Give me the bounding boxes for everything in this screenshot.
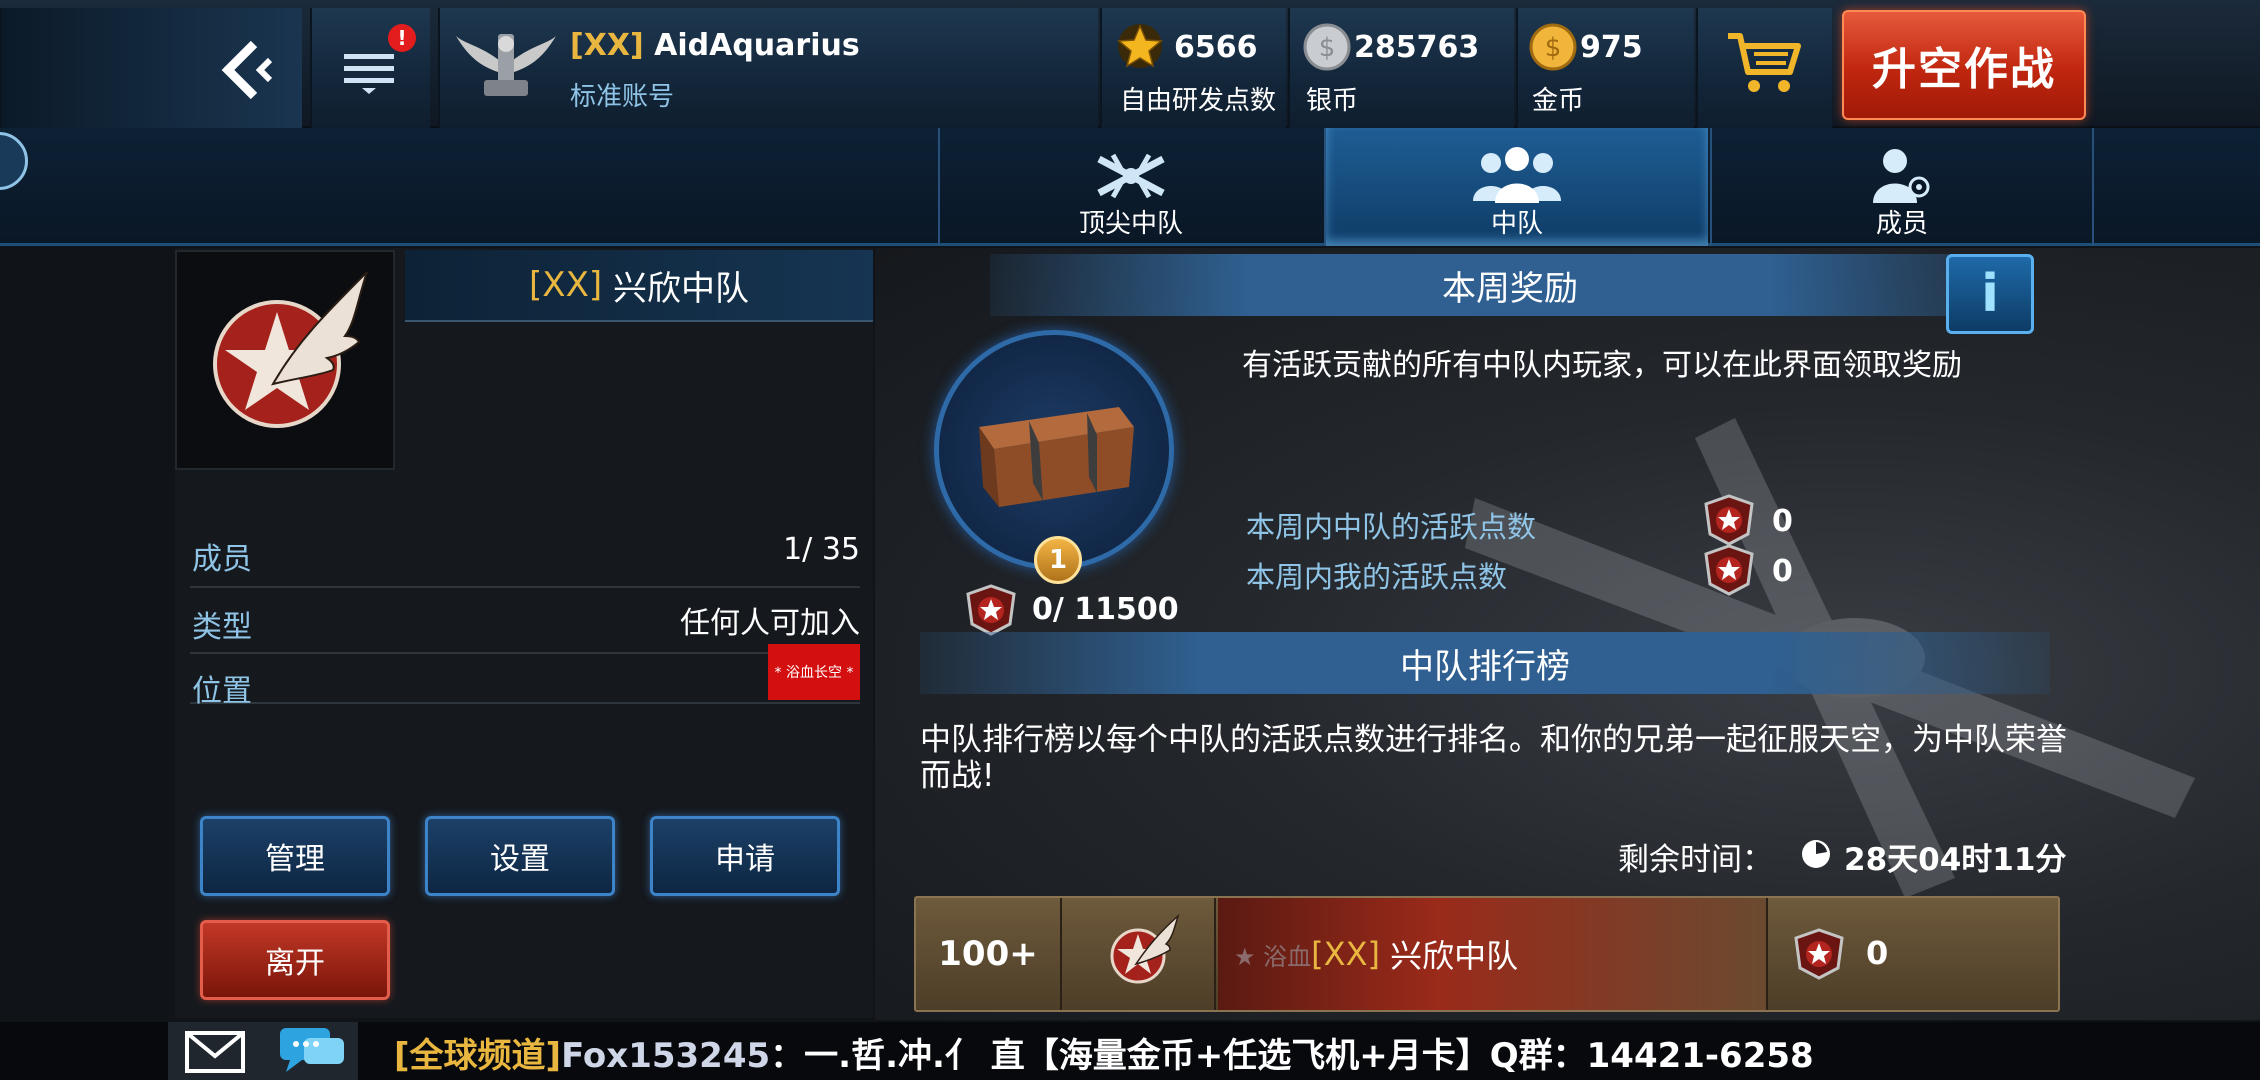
research-points-label: 自由研发点数	[1120, 86, 1277, 116]
ranking-row[interactable]: 100+ ★ 浴血 [XX] 兴欣中队 0	[914, 896, 2060, 1012]
activity-medal-icon	[966, 584, 1016, 636]
player-tag: [XX]	[570, 28, 644, 63]
chat-message: [全球频道]Fox153245：一.哲.冲.亻 直【海量金币+任选飞机+月卡】Q…	[394, 1028, 1814, 1077]
chat-text: ：一.哲.冲.亻 直【海量金币+任选飞机+月卡】Q群：14421-6258	[770, 1036, 1814, 1076]
winged-star-emblem-icon	[213, 271, 368, 428]
tab-squadron-label: 中队	[1490, 209, 1543, 239]
gold-label: 金币	[1532, 86, 1585, 116]
chat-sender: Fox153245	[561, 1036, 771, 1076]
research-points[interactable]: 6566 自由研发点数	[1100, 8, 1286, 128]
svg-text:$: $	[1319, 33, 1336, 63]
remaining-time-value: 28天04时11分	[1844, 842, 2067, 878]
group-icon	[1473, 147, 1561, 203]
activity-medal-icon	[1704, 544, 1754, 596]
tab-top-squadrons-label: 顶尖中队	[1078, 209, 1183, 239]
members-value: 1/ 35	[783, 532, 860, 567]
tab-members[interactable]: 成员	[1710, 128, 2094, 246]
reward-box-frame[interactable]	[934, 330, 1174, 570]
silver-value: 285763	[1354, 30, 1480, 65]
squadron-emblem	[175, 250, 395, 470]
account-type: 标准账号	[570, 82, 675, 112]
chat-bubble-icon[interactable]	[278, 1026, 348, 1076]
clock-icon	[1802, 840, 1830, 868]
weekly-reward-title: 本周奖励	[990, 254, 2030, 316]
location-badge: * 浴血长空 *	[768, 644, 860, 700]
leave-button[interactable]: 离开	[200, 920, 390, 1000]
members-label: 成员	[192, 542, 252, 577]
tab-top-squadrons[interactable]: 顶尖中队	[938, 128, 1322, 246]
svg-text:$: $	[1545, 33, 1562, 63]
silver-label: 银币	[1306, 86, 1359, 116]
rank-emblem	[1064, 898, 1216, 1010]
location-row: 位置 * 浴血长空 *	[190, 644, 860, 709]
winged-star-emblem-icon	[1110, 913, 1180, 984]
location-label: 位置	[192, 674, 252, 709]
research-points-value: 6566	[1174, 30, 1258, 65]
type-row: 类型 任何人可加入	[190, 590, 860, 654]
mail-icon[interactable]	[184, 1030, 246, 1074]
ranking-title: 中队排行榜	[920, 632, 2050, 694]
squadron-title: [XX] 兴欣中队	[405, 250, 873, 322]
cart-icon	[1728, 33, 1801, 92]
rank-squadron-tag: [XX]	[1311, 935, 1380, 973]
menu-icon	[344, 54, 394, 94]
weekly-reward-description: 有活跃贡献的所有中队内玩家，可以在此界面领取奖励	[1242, 348, 1962, 383]
rank-value: 100+	[916, 898, 1062, 1010]
planes-icon	[1097, 153, 1165, 199]
my-points-value: 0	[1772, 554, 1793, 589]
squadron-tag: [XX]	[529, 265, 603, 305]
remaining-time-label: 剩余时间：	[1618, 842, 1773, 878]
settings-button[interactable]: 设置	[425, 816, 615, 896]
shop-cart-button[interactable]	[1696, 8, 1832, 128]
rank-points: 0	[1866, 934, 1889, 972]
member-icon	[1873, 149, 1930, 203]
user-profile[interactable]: [XX] AidAquarius 标准账号	[438, 8, 1098, 128]
type-label: 类型	[192, 610, 252, 645]
gold-value: 975	[1580, 30, 1643, 65]
squad-points-label: 本周内中队的活跃点数	[1246, 510, 1537, 544]
activity-medal-icon	[1794, 928, 1844, 980]
activity-medal-icon	[1704, 494, 1754, 546]
tab-members-label: 成员	[1875, 209, 1928, 239]
my-points-label: 本周内我的活跃点数	[1246, 560, 1508, 594]
chat-channel: [全球频道]	[394, 1036, 562, 1076]
tab-squadron[interactable]: 中队	[1324, 128, 1708, 246]
notification-badge: !	[388, 24, 416, 52]
back-button[interactable]	[0, 8, 302, 128]
star-icon	[1117, 24, 1163, 68]
back-arrow-icon	[221, 40, 273, 100]
silver-coin-icon: $	[1303, 23, 1351, 71]
rank-location-prefix: ★ 浴血	[1234, 942, 1312, 971]
rank-emblem-icon	[456, 34, 556, 96]
manage-button[interactable]: 管理	[200, 816, 390, 896]
squad-points-value: 0	[1772, 504, 1793, 539]
members-row: 成员 1/ 35	[190, 524, 860, 588]
wooden-crate-icon	[979, 407, 1134, 507]
menu-button[interactable]: !	[310, 8, 430, 128]
type-value: 任何人可加入	[680, 606, 860, 641]
squadron-name: 兴欣中队	[612, 268, 749, 309]
takeoff-button[interactable]: 升空作战	[1842, 10, 2086, 120]
apply-button[interactable]: 申请	[650, 816, 840, 896]
gold-coin-icon: $	[1529, 23, 1577, 71]
reward-progress: 0/ 11500	[1032, 592, 1179, 627]
player-name: AidAquarius	[654, 28, 860, 63]
reward-level-badge: 1	[1034, 536, 1082, 584]
gold-currency[interactable]: $ 975 金币	[1516, 8, 1694, 128]
rank-squadron-label: 兴欣中队	[1390, 937, 1519, 975]
ranking-description: 中队排行榜以每个中队的活跃点数进行排名。和你的兄弟一起征服天空，为中队荣誉而战!	[920, 722, 2067, 794]
silver-currency[interactable]: $ 285763 银币	[1288, 8, 1514, 128]
info-button[interactable]: i	[1946, 254, 2034, 334]
rank-squadron-name: ★ 浴血 [XX] 兴欣中队	[1218, 898, 1768, 1010]
